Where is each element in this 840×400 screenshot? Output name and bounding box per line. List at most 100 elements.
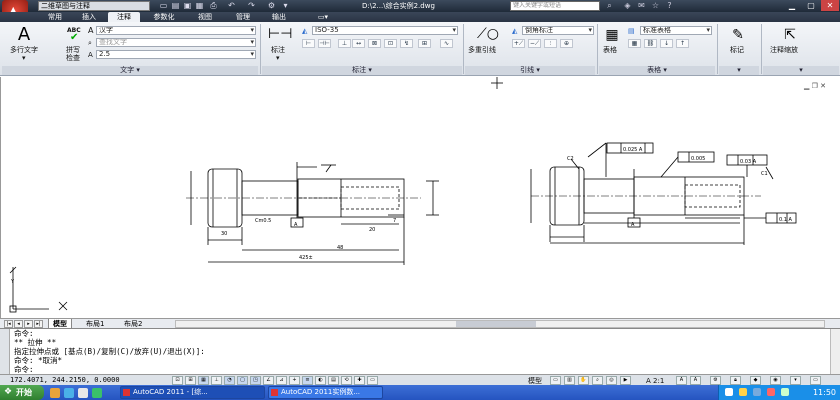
table-extract-icon[interactable]: ▦ — [628, 39, 641, 48]
quickview-layouts-icon[interactable]: ▭ — [550, 376, 561, 385]
showmotion-icon[interactable]: ▶ — [620, 376, 631, 385]
command-window[interactable]: 命令: ** 拉伸 ** 指定拉伸点或 [基点(B)/复制(C)/放弃(U)/退… — [0, 328, 840, 375]
quicklaunch-icon[interactable] — [50, 388, 60, 398]
minimize-icon[interactable]: ▁ — [783, 0, 801, 11]
open-icon[interactable]: ▤ — [170, 1, 181, 11]
search-icon[interactable]: ⌕ — [604, 1, 615, 11]
status-menu-icon[interactable]: ▾ — [790, 376, 801, 385]
table-label[interactable]: 表格 — [603, 46, 617, 54]
dim-baseline-icon[interactable]: ⊥ — [338, 39, 351, 48]
osnap-icon[interactable]: ▢ — [237, 376, 248, 385]
save-icon[interactable]: ▣ — [182, 1, 193, 11]
taskbar-task-autocad[interactable]: AutoCAD 2011 - [综... — [120, 386, 265, 399]
tray-icon[interactable] — [781, 388, 789, 396]
save-as-icon[interactable]: ▦ — [194, 1, 205, 11]
table-link-icon[interactable]: ⛓ — [644, 39, 657, 48]
maximize-icon[interactable]: ▢ — [802, 0, 820, 11]
quickview-drawings-icon[interactable]: ▥ — [564, 376, 575, 385]
ducs-icon[interactable]: ⊿ — [276, 376, 287, 385]
mtext-label[interactable]: 多行文字 — [10, 46, 38, 54]
leader-remove-icon[interactable]: −⟋ — [528, 39, 541, 48]
find-text-input[interactable]: 查找文字 — [96, 38, 256, 47]
annotation-monitor-icon[interactable]: ✚ — [354, 376, 365, 385]
annotation-visibility-icon[interactable]: A — [676, 376, 687, 385]
lock-icon[interactable]: 🔒︎ — [730, 376, 741, 385]
viewport-close-icon[interactable]: ✕ — [820, 82, 826, 90]
snap-icon[interactable]: ⊞ — [185, 376, 196, 385]
tray-icon[interactable] — [739, 388, 747, 396]
spell-check-label[interactable]: 拼写检查 — [66, 46, 86, 62]
dimension-label[interactable]: 标注 — [271, 46, 285, 54]
clock[interactable]: 11:50 — [813, 385, 836, 400]
tray-icon[interactable] — [725, 388, 733, 396]
help-icon[interactable]: ? — [664, 1, 675, 11]
table-style-select[interactable]: 标准表格 — [640, 26, 712, 35]
redo-icon[interactable]: ↷ — [246, 1, 257, 11]
dim-continue-icon[interactable]: ⊣⊢ — [318, 39, 331, 48]
command-window-handle[interactable] — [0, 329, 10, 375]
transparency-icon[interactable]: ◐ — [315, 376, 326, 385]
new-icon[interactable]: ▭ — [158, 1, 169, 11]
tray-icon[interactable] — [767, 388, 775, 396]
tab-insert[interactable]: 插入 — [74, 12, 104, 22]
undo-icon[interactable]: ↶ — [226, 1, 237, 11]
otrack-icon[interactable]: ∠ — [263, 376, 274, 385]
dim-inspect-icon[interactable]: ⊡ — [384, 39, 397, 48]
leader-panel-title[interactable]: 引线 ▾ — [465, 66, 595, 75]
workspace-switch-icon[interactable]: ⚙ — [710, 376, 721, 385]
scrollbar-thumb[interactable] — [456, 321, 536, 327]
3d-osnap-icon[interactable]: ◳ — [250, 376, 261, 385]
lineweight-icon[interactable]: ≡ — [302, 376, 313, 385]
hardware-accel-icon[interactable]: ◆ — [750, 376, 761, 385]
text-height-select[interactable]: 2.5 — [96, 50, 256, 59]
annotation-scaling-panel-title[interactable]: ▾ — [763, 66, 839, 75]
tab-parametric[interactable]: 参数化 — [144, 12, 184, 22]
multileader-icon[interactable]: ⟋○ — [476, 25, 500, 43]
leader-add-icon[interactable]: +⟋ — [512, 39, 525, 48]
dim-break-icon[interactable]: ⊠ — [368, 39, 381, 48]
prev-layout-icon[interactable]: ◂ — [14, 320, 23, 328]
table-upload-icon[interactable]: ↑ — [676, 39, 689, 48]
tab-manage[interactable]: 管理 — [228, 12, 258, 22]
model-label[interactable]: 模型 — [528, 377, 542, 385]
annotation-scaling-label[interactable]: 注释缩放 — [770, 46, 798, 54]
table-download-icon[interactable]: ↓ — [660, 39, 673, 48]
dimension-style-select[interactable]: ISO-35 — [312, 26, 458, 35]
multileader-label[interactable]: 多重引线 — [468, 46, 496, 54]
auto-scale-icon[interactable]: A — [690, 376, 701, 385]
command-prompt[interactable]: 命令: — [14, 366, 34, 374]
first-layout-icon[interactable]: |◂ — [4, 320, 13, 328]
quicklaunch-icon[interactable] — [64, 388, 74, 398]
favorites-icon[interactable]: ☆ — [650, 1, 661, 11]
ortho-icon[interactable]: ⊥ — [211, 376, 222, 385]
tab-home[interactable]: 常用 — [40, 12, 70, 22]
ribbon-minimize-icon[interactable]: ▭▾ — [312, 12, 334, 22]
leader-align-icon[interactable]: ⫶ — [544, 39, 557, 48]
text-style-select[interactable]: 汉字 — [96, 26, 256, 35]
tray-icon[interactable] — [753, 388, 761, 396]
grid-icon[interactable]: ▦ — [198, 376, 209, 385]
dim-quick-icon[interactable]: ⊢ — [302, 39, 315, 48]
steeringwheel-icon[interactable]: ◎ — [606, 376, 617, 385]
dim-jogged-icon[interactable]: ↯ — [400, 39, 413, 48]
next-layout-icon[interactable]: ▸ — [24, 320, 33, 328]
infer-constraints-icon[interactable]: ⊡ — [172, 376, 183, 385]
tab-view[interactable]: 视图 — [190, 12, 220, 22]
start-button[interactable]: 开始 — [0, 385, 44, 400]
mtext-dropdown-icon[interactable]: ▾ — [22, 54, 26, 62]
dimension-dropdown-icon[interactable]: ▾ — [276, 54, 280, 62]
quicklaunch-icon[interactable] — [92, 388, 102, 398]
quick-access-dropdown-icon[interactable]: ▾ — [280, 1, 291, 11]
horizontal-scrollbar[interactable] — [175, 320, 825, 328]
selection-cycling-icon[interactable]: ⟲ — [341, 376, 352, 385]
dim-tolerance-icon[interactable]: ⊞ — [418, 39, 431, 48]
viewport-minimize-icon[interactable]: ▁ — [804, 82, 809, 90]
multileader-style-select[interactable]: 倒角标注 — [522, 26, 594, 35]
plot-icon[interactable]: ⎙ — [208, 1, 219, 11]
dim-update-icon[interactable]: ∿ — [440, 39, 453, 48]
dim-space-icon[interactable]: ↔ — [352, 39, 365, 48]
command-scrollbar[interactable] — [830, 329, 840, 375]
dimension-panel-title[interactable]: 标注 ▾ — [262, 66, 462, 75]
mtext-icon[interactable]: A — [14, 26, 34, 44]
leader-collect-icon[interactable]: ⊕ — [560, 39, 573, 48]
